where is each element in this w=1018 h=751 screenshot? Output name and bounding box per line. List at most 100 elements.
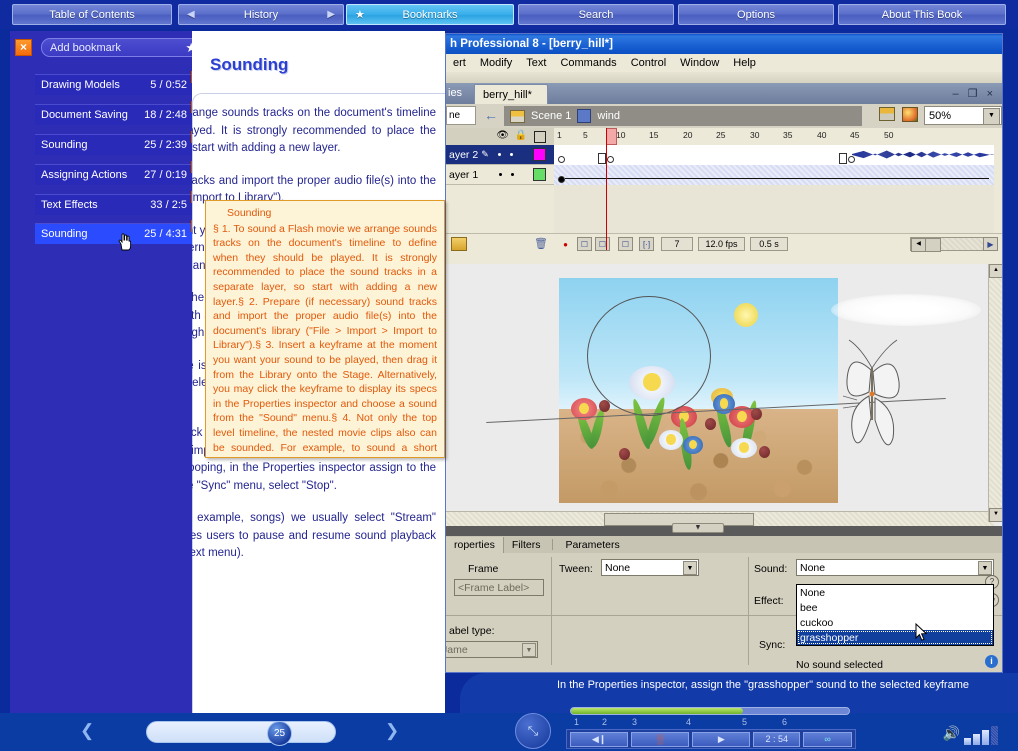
timeline-layer-1[interactable]: ayer 1: [446, 165, 554, 185]
scroll-right-arrow-icon[interactable]: ▶: [983, 237, 998, 251]
chevron-down-icon[interactable]: ▼: [522, 643, 536, 657]
visibility-dot[interactable]: [497, 153, 501, 156]
loop-button[interactable]: ∞: [803, 731, 852, 747]
chevron-right-icon[interactable]: ▶: [327, 9, 335, 20]
fullscreen-button[interactable]: ⤡: [515, 713, 551, 749]
back-arrow-icon[interactable]: ←: [484, 107, 498, 123]
keyframe-marker[interactable]: [558, 156, 565, 163]
timeline-ruler[interactable]: 1 5 10 15 20 25 30 35 40 45 50: [554, 128, 994, 146]
center-frame-icon[interactable]: [·]: [639, 237, 654, 251]
lock-dot[interactable]: [511, 173, 515, 176]
playhead-marker[interactable]: [606, 128, 617, 145]
new-layer-icon[interactable]: [451, 237, 467, 251]
modify-onion-markers-icon[interactable]: ☐: [618, 237, 633, 251]
tab-parameters[interactable]: Parameters: [557, 537, 627, 553]
menu-item-help[interactable]: Help: [726, 57, 763, 69]
edit-symbols-icon[interactable]: [902, 107, 918, 122]
window-controls[interactable]: – ❐ ×: [952, 87, 996, 100]
outline-icon[interactable]: [534, 131, 546, 143]
scroll-down-arrow-icon[interactable]: ▼: [989, 508, 1002, 522]
tab-search[interactable]: Search: [518, 4, 674, 25]
fps-field[interactable]: 12.0 fps: [698, 237, 745, 251]
stage-canvas[interactable]: [559, 278, 838, 503]
bookmark-item[interactable]: Sounding 25 / 2:39 ×: [35, 131, 203, 155]
scroll-up-arrow-icon[interactable]: ▲: [989, 264, 1002, 278]
current-frame-field[interactable]: 7: [661, 237, 693, 251]
keyframe-marker[interactable]: [558, 176, 565, 183]
edit-scene-icon[interactable]: [879, 107, 895, 121]
stage-area[interactable]: ▲ ▼ ▼: [446, 264, 1002, 537]
page-slider-track[interactable]: 25: [146, 721, 336, 746]
tab-bookmarks[interactable]: ★ Bookmarks: [346, 4, 514, 25]
volume-slider[interactable]: [964, 725, 1010, 745]
timeline-frames-layer-2[interactable]: [554, 145, 994, 166]
previous-page-button[interactable]: ❮: [80, 721, 94, 741]
panel-tab-properties-partial[interactable]: ies: [448, 87, 462, 99]
chapter-tick[interactable]: 1: [574, 717, 579, 727]
symbol-label[interactable]: wind: [597, 110, 620, 122]
panel-collapse-handle[interactable]: ▼: [672, 523, 724, 533]
chapter-tick[interactable]: 3: [632, 717, 637, 727]
delete-layer-icon[interactable]: 🗑: [534, 237, 548, 250]
tab-filters[interactable]: Filters: [504, 537, 549, 553]
sound-select[interactable]: None ▼: [796, 559, 994, 576]
playback-progress-track[interactable]: [570, 707, 850, 715]
scrollbar-thumb[interactable]: [925, 238, 941, 252]
bookmark-item[interactable]: Document Saving 18 / 2:48 ×: [35, 101, 203, 125]
tab-options[interactable]: Options: [678, 4, 834, 25]
eye-icon[interactable]: 👁: [496, 130, 509, 141]
bookmark-item[interactable]: Drawing Models 5 / 0:52 ×: [35, 71, 203, 95]
timeline-layer-2[interactable]: ayer 2 ✎: [446, 145, 554, 165]
visibility-dot[interactable]: [499, 173, 503, 176]
record-button[interactable]: ▒: [631, 731, 690, 747]
keyframe-marker[interactable]: [848, 156, 855, 163]
stage-vertical-scrollbar[interactable]: ▲ ▼: [988, 264, 1002, 522]
sound-option-cuckoo[interactable]: cuckoo: [797, 615, 993, 630]
scene-name-box[interactable]: ne: [446, 106, 476, 125]
bookmark-item[interactable]: Text Effects 33 / 2:5 ×: [35, 191, 203, 215]
next-page-button[interactable]: ❯: [385, 721, 399, 741]
menu-item-commands[interactable]: Commands: [553, 57, 623, 69]
onion-skin-outlines-icon[interactable]: ☐: [577, 237, 592, 251]
sound-option-none[interactable]: None: [797, 585, 993, 600]
speaker-icon[interactable]: 🔊: [943, 725, 960, 742]
layer-color-chip[interactable]: [533, 168, 546, 181]
page-slider-thumb[interactable]: 25: [267, 721, 292, 746]
zoom-select[interactable]: 50% ▼: [924, 106, 1002, 125]
menu-item-window[interactable]: Window: [673, 57, 726, 69]
menu-item-control[interactable]: Control: [624, 57, 673, 69]
sound-dropdown-list[interactable]: None bee cuckoo grasshopper: [796, 584, 994, 646]
frame-box[interactable]: [839, 153, 847, 164]
menu-item-modify[interactable]: Modify: [473, 57, 519, 69]
document-tab-berry-hill[interactable]: berry_hill*: [474, 84, 548, 104]
play-button[interactable]: ▶: [692, 731, 751, 747]
tab-about-this-book[interactable]: About This Book: [838, 4, 1006, 25]
frame-box[interactable]: [598, 153, 606, 164]
chevron-left-icon[interactable]: ◀: [187, 9, 195, 20]
chevron-down-icon[interactable]: ▼: [983, 108, 1000, 125]
lock-dot[interactable]: [509, 153, 513, 156]
layer-color-chip[interactable]: [533, 148, 546, 161]
chevron-down-icon[interactable]: ▼: [978, 561, 992, 575]
label-type-select[interactable]: Jame ▼: [446, 641, 538, 658]
butterfly-artwork[interactable]: [841, 322, 905, 462]
bookmark-item[interactable]: Assigning Actions 27 / 0:19 ×: [35, 161, 203, 185]
onion-skin-icon[interactable]: ●: [558, 237, 573, 251]
scroll-left-arrow-icon[interactable]: ◀: [911, 238, 926, 252]
step-back-button[interactable]: ◀❙: [570, 731, 629, 747]
close-panel-button[interactable]: ×: [15, 39, 32, 56]
scene-label[interactable]: Scene 1: [531, 110, 571, 122]
chapter-tick[interactable]: 4: [686, 717, 691, 727]
tab-history[interactable]: ◀ History ▶: [178, 4, 344, 25]
timeline-horizontal-scrollbar[interactable]: ◀: [910, 237, 994, 252]
chapter-tick[interactable]: 2: [602, 717, 607, 727]
menu-item-insert[interactable]: ert: [446, 57, 473, 69]
tab-table-of-contents[interactable]: Table of Contents: [12, 4, 172, 25]
chapter-tick[interactable]: 5: [742, 717, 747, 727]
frame-label-input[interactable]: <Frame Label>: [454, 579, 544, 596]
lock-icon[interactable]: 🔒: [515, 130, 527, 141]
sound-option-grasshopper[interactable]: grasshopper: [797, 630, 993, 645]
edit-multiple-frames-icon[interactable]: ☐: [595, 237, 610, 251]
chevron-down-icon[interactable]: ▼: [683, 561, 697, 575]
tween-select[interactable]: None ▼: [601, 559, 699, 576]
